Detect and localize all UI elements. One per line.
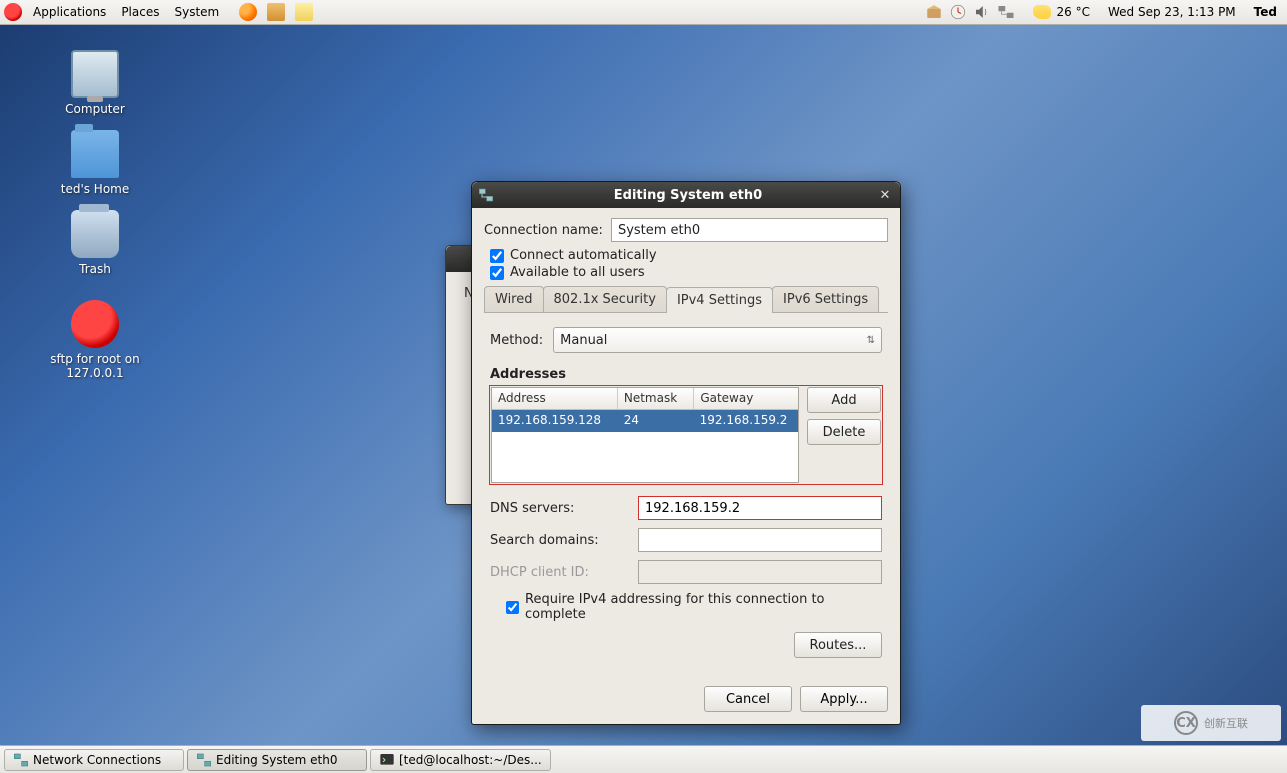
applications-menu[interactable]: Applications (27, 3, 112, 21)
watermark-text: 创新互联 (1204, 715, 1248, 731)
task-network-connections[interactable]: Network Connections (4, 749, 184, 771)
volume-icon[interactable] (973, 3, 991, 21)
delete-button[interactable]: Delete (807, 419, 881, 445)
add-button[interactable]: Add (807, 387, 881, 413)
user-menu[interactable]: Ted (1254, 5, 1277, 19)
require-ipv4-checkbox[interactable] (506, 601, 519, 614)
home-folder-icon (71, 130, 119, 178)
desktop-icon-trash[interactable]: Trash (45, 210, 145, 276)
task-terminal[interactable]: [ted@localhost:~/Des... (370, 749, 551, 771)
task-label: Editing System eth0 (216, 753, 338, 767)
weather-icon (1033, 5, 1051, 19)
address-row[interactable]: 192.168.159.128 24 192.168.159.2 (492, 410, 798, 432)
tab-ipv6-settings[interactable]: IPv6 Settings (772, 286, 879, 312)
require-ipv4-label: Require IPv4 addressing for this connect… (525, 592, 882, 622)
desktop-icon-home[interactable]: ted's Home (45, 130, 145, 196)
redhat-logo-icon (4, 3, 22, 21)
dialog-titlebar[interactable]: Editing System eth0 ✕ (472, 182, 900, 208)
network-icon (13, 752, 29, 768)
dialog-title: Editing System eth0 (500, 188, 876, 203)
task-editing-system-eth0[interactable]: Editing System eth0 (187, 749, 367, 771)
network-icon (478, 187, 494, 203)
ipv4-settings-panel: Method: Manual ⇅ Addresses Address Netma… (484, 313, 888, 664)
desktop-icon-computer[interactable]: Computer (45, 50, 145, 116)
settings-tabs: Wired 802.1x Security IPv4 Settings IPv6… (484, 286, 888, 313)
dhcp-client-id-input (638, 560, 882, 584)
clock-applet-icon[interactable] (949, 3, 967, 21)
available-all-users-checkbox[interactable] (490, 266, 504, 280)
desktop-icon-label: sftp for root on 127.0.0.1 (30, 352, 160, 380)
column-address[interactable]: Address (492, 388, 618, 409)
computer-icon (71, 50, 119, 98)
dns-servers-input[interactable] (639, 497, 881, 519)
places-menu[interactable]: Places (115, 3, 165, 21)
cancel-button[interactable]: Cancel (704, 686, 792, 712)
package-update-icon[interactable] (925, 3, 943, 21)
tab-8021x-security[interactable]: 802.1x Security (543, 286, 667, 312)
tab-wired[interactable]: Wired (484, 286, 544, 312)
desktop-icon-label: ted's Home (45, 182, 145, 196)
available-all-users-label: Available to all users (510, 265, 645, 280)
column-gateway[interactable]: Gateway (694, 388, 798, 409)
watermark-logo-icon: CX (1174, 711, 1198, 735)
trash-icon (71, 210, 119, 258)
apply-button[interactable]: Apply... (800, 686, 888, 712)
temperature-label: 26 °C (1057, 5, 1090, 19)
terminal-icon (379, 752, 395, 768)
package-launcher-icon[interactable] (267, 3, 285, 21)
chevron-updown-icon: ⇅ (867, 335, 875, 346)
addresses-label: Addresses (490, 367, 882, 382)
connection-name-label: Connection name: (484, 223, 603, 238)
search-domains-label: Search domains: (490, 533, 630, 548)
watermark: CX 创新互联 (1141, 705, 1281, 741)
redhat-icon (71, 300, 119, 348)
connect-automatically-checkbox[interactable] (490, 249, 504, 263)
connection-name-input[interactable] (611, 218, 888, 242)
method-value: Manual (560, 333, 607, 348)
column-netmask[interactable]: Netmask (618, 388, 694, 409)
system-menu[interactable]: System (168, 3, 225, 21)
dns-servers-label: DNS servers: (490, 501, 630, 516)
desktop-icon-sftp[interactable]: sftp for root on 127.0.0.1 (30, 300, 160, 380)
netmask-cell: 24 (618, 410, 694, 432)
firefox-launcher-icon[interactable] (239, 3, 257, 21)
task-label: Network Connections (33, 753, 161, 767)
method-label: Method: (490, 333, 543, 348)
task-label: [ted@localhost:~/Des... (399, 753, 542, 767)
network-status-icon[interactable] (997, 3, 1015, 21)
search-domains-input[interactable] (638, 528, 882, 552)
close-button[interactable]: ✕ (876, 186, 894, 204)
tab-ipv4-settings[interactable]: IPv4 Settings (666, 287, 773, 313)
connect-automatically-label: Connect automatically (510, 248, 657, 263)
method-combobox[interactable]: Manual ⇅ (553, 327, 882, 353)
desktop-icon-label: Trash (45, 262, 145, 276)
bottom-panel: Network Connections Editing System eth0 … (0, 745, 1287, 773)
dhcp-client-id-label: DHCP client ID: (490, 565, 630, 580)
date-time-label[interactable]: Wed Sep 23, 1:13 PM (1108, 5, 1236, 19)
top-panel: Applications Places System 26 °C Wed Sep… (0, 0, 1287, 25)
note-launcher-icon[interactable] (295, 3, 313, 21)
addresses-table[interactable]: Address Netmask Gateway 192.168.159.128 … (491, 387, 799, 483)
routes-button[interactable]: Routes... (794, 632, 882, 658)
gateway-cell: 192.168.159.2 (694, 410, 798, 432)
network-icon (196, 752, 212, 768)
desktop-icon-label: Computer (45, 102, 145, 116)
address-cell: 192.168.159.128 (492, 410, 618, 432)
editing-connection-dialog: Editing System eth0 ✕ Connection name: C… (471, 181, 901, 725)
